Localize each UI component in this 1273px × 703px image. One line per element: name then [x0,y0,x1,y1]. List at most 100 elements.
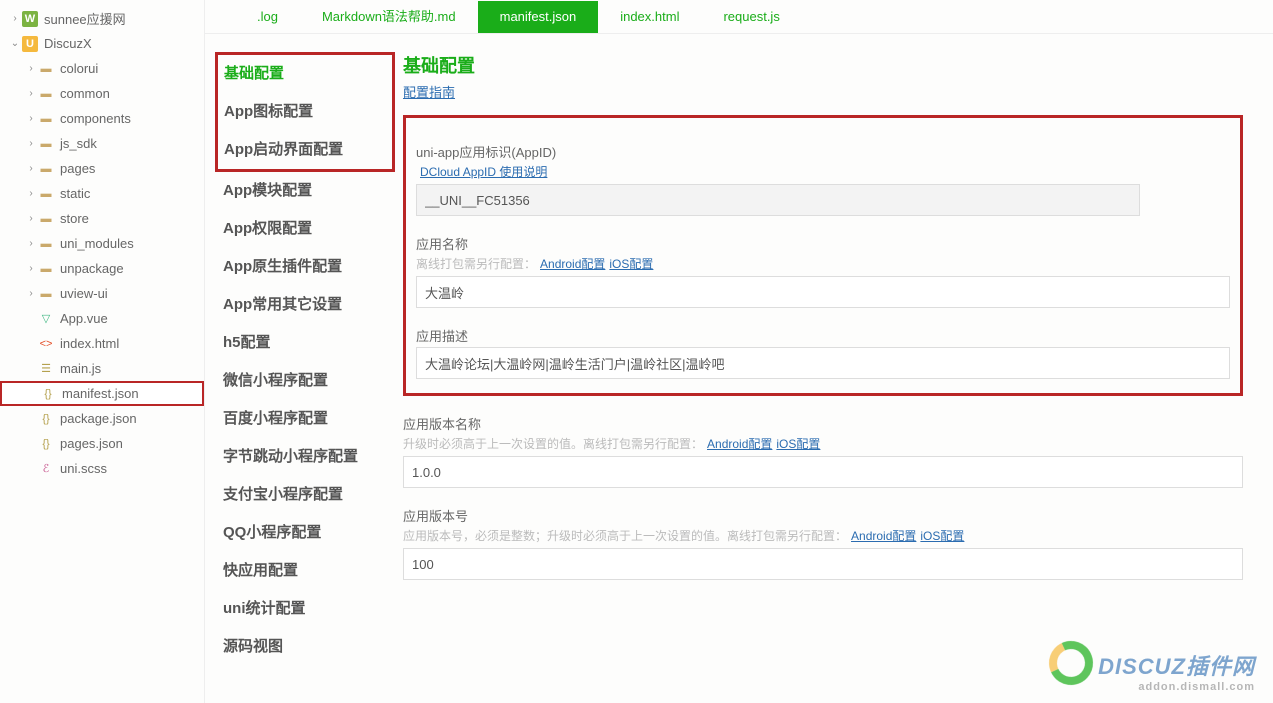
tree-label: unpackage [60,261,124,276]
project-icon: W [22,11,38,27]
android-config-link[interactable]: Android配置 [707,437,772,451]
tree-folder[interactable]: › ▬ store [0,206,204,231]
settings-nav-item[interactable]: 基础配置 [224,55,392,93]
version-name-input[interactable] [403,456,1243,488]
tree-folder[interactable]: › ▬ colorui [0,56,204,81]
folder-icon: ▬ [38,161,54,177]
settings-nav-item[interactable]: App启动界面配置 [224,131,392,169]
tree-label: components [60,111,131,126]
folder-icon: ▬ [38,236,54,252]
appid-label: uni-app应用标识(AppID) [416,142,1230,161]
tree-label: sunnee应援网 [44,9,126,28]
tree-folder[interactable]: › ▬ pages [0,156,204,181]
editor-tab[interactable]: index.html [598,1,701,33]
folder-icon: ▬ [38,111,54,127]
appid-input[interactable] [416,184,1140,216]
tree-file[interactable]: {} manifest.json [0,381,204,406]
settings-nav-item[interactable]: 字节跳动小程序配置 [223,438,395,476]
tree-folder[interactable]: › ▬ uview-ui [0,281,204,306]
tree-label: pages.json [60,436,123,451]
chevron-right-icon: › [24,238,38,249]
tree-label: pages [60,161,95,176]
vue-file-icon: ▽ [38,311,54,327]
tree-label: store [60,211,89,226]
tree-label: static [60,186,90,201]
ios-config-link[interactable]: iOS配置 [776,437,820,451]
tree-file[interactable]: ☰ main.js [0,356,204,381]
tree-label: index.html [60,336,119,351]
appdesc-label: 应用描述 [416,326,1230,345]
editor-tab[interactable]: request.js [701,1,801,33]
tree-file[interactable]: {} pages.json [0,431,204,456]
tree-label: uni_modules [60,236,134,251]
settings-nav-item[interactable]: 百度小程序配置 [223,400,395,438]
version-name-label: 应用版本名称 [403,414,1243,433]
appid-help-link[interactable]: DCloud AppID 使用说明 [420,165,547,179]
settings-nav-item[interactable]: QQ小程序配置 [223,514,395,552]
folder-icon: ▬ [38,86,54,102]
settings-nav-item[interactable]: App模块配置 [223,172,395,210]
tree-folder[interactable]: › ▬ static [0,181,204,206]
chevron-right-icon: › [24,163,38,174]
chevron-right-icon: › [24,213,38,224]
settings-nav-item[interactable]: 支付宝小程序配置 [223,476,395,514]
settings-nav: 基础配置App图标配置App启动界面配置 App模块配置App权限配置App原生… [205,34,395,703]
editor-tab[interactable]: Markdown语法帮助.md [300,1,478,33]
tree-file[interactable]: ▽ App.vue [0,306,204,331]
main-panel: .logMarkdown语法帮助.mdmanifest.jsonindex.ht… [205,0,1273,703]
json-file-icon: {} [40,386,56,402]
appname-input[interactable] [416,276,1230,308]
settings-nav-item[interactable]: h5配置 [223,324,395,362]
tree-label: package.json [60,411,137,426]
tree-folder[interactable]: › ▬ uni_modules [0,231,204,256]
tree-project-discuzx[interactable]: ⌄ U DiscuzX [0,31,204,56]
tree-file[interactable]: <> index.html [0,331,204,356]
tree-label: DiscuzX [44,36,92,51]
tree-label: common [60,86,110,101]
config-guide-link[interactable]: 配置指南 [403,85,455,100]
tree-label: uni.scss [60,461,107,476]
appname-label: 应用名称 [416,234,1230,253]
chevron-right-icon: › [24,138,38,149]
html-file-icon: <> [38,336,54,352]
chevron-right-icon: › [24,188,38,199]
settings-nav-item[interactable]: uni统计配置 [223,590,395,628]
ios-config-link[interactable]: iOS配置 [920,529,964,543]
appdesc-input[interactable] [416,347,1230,379]
json-file-icon: {} [38,436,54,452]
editor-tab[interactable]: .log [235,1,300,33]
settings-nav-item[interactable]: App原生插件配置 [223,248,395,286]
android-config-link[interactable]: Android配置 [540,257,605,271]
json-file-icon: {} [38,411,54,427]
settings-nav-item[interactable]: 快应用配置 [223,552,395,590]
highlighted-section: uni-app应用标识(AppID) DCloud AppID 使用说明 重新获… [403,115,1243,396]
settings-nav-item[interactable]: App常用其它设置 [223,286,395,324]
settings-nav-item[interactable]: App权限配置 [223,210,395,248]
tree-project-sunnee[interactable]: › W sunnee应援网 [0,6,204,31]
settings-nav-item[interactable]: 源码视图 [223,628,395,666]
tree-folder[interactable]: › ▬ components [0,106,204,131]
scss-file-icon: ℰ [38,461,54,477]
editor-tabs: .logMarkdown语法帮助.mdmanifest.jsonindex.ht… [205,0,1273,34]
ios-config-link[interactable]: iOS配置 [609,257,653,271]
tree-file[interactable]: {} package.json [0,406,204,431]
folder-icon: ▬ [38,286,54,302]
settings-nav-item[interactable]: 微信小程序配置 [223,362,395,400]
folder-icon: ▬ [38,261,54,277]
chevron-right-icon: › [24,63,38,74]
version-code-label: 应用版本号 [403,506,1243,525]
tree-folder[interactable]: › ▬ unpackage [0,256,204,281]
editor-tab[interactable]: manifest.json [478,1,599,33]
tree-file[interactable]: ℰ uni.scss [0,456,204,481]
chevron-right-icon: › [24,288,38,299]
settings-nav-item[interactable]: App图标配置 [224,93,392,131]
js-file-icon: ☰ [38,361,54,377]
tree-folder[interactable]: › ▬ js_sdk [0,131,204,156]
android-config-link[interactable]: Android配置 [851,529,916,543]
folder-icon: ▬ [38,211,54,227]
tree-label: js_sdk [60,136,97,151]
chevron-right-icon: › [8,13,22,24]
version-code-input[interactable] [403,548,1243,580]
tree-folder[interactable]: › ▬ common [0,81,204,106]
file-explorer[interactable]: › W sunnee应援网 ⌄ U DiscuzX › ▬ colorui › … [0,0,205,703]
